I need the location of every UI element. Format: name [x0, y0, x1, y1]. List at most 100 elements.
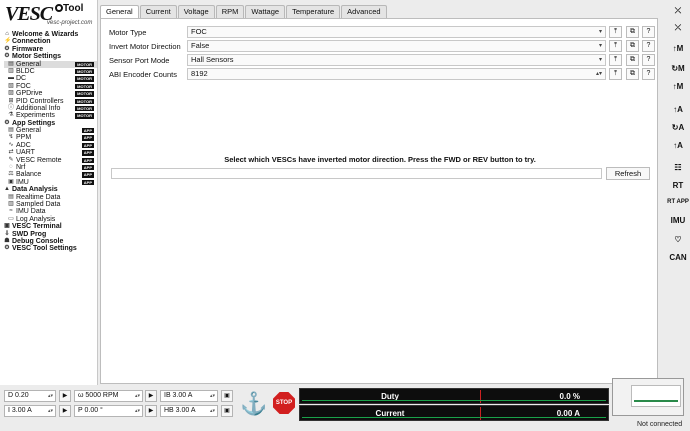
- sidebar-item-general[interactable]: ▤ General APP: [4, 127, 97, 134]
- hb-input[interactable]: HB 3.00 A ▴▾: [160, 405, 218, 417]
- ib-play-button[interactable]: ▣: [221, 390, 233, 402]
- sidebar-item-uart[interactable]: ⇄ UART APP: [4, 149, 97, 156]
- window-thumbnail: [612, 378, 684, 416]
- toolbar-button-4[interactable]: ↻M: [667, 64, 689, 73]
- sidebar-item-gpdrive[interactable]: ▨ GPDrive MOTOR: [4, 90, 97, 97]
- sidebar-item-label: PPM: [16, 134, 32, 142]
- rpm-input[interactable]: ω 5000 RPM ▴▾: [74, 390, 143, 402]
- sidebar-item-vesc-terminal[interactable]: ▣ VESC Terminal: [4, 223, 97, 230]
- tab-general[interactable]: General: [100, 5, 139, 19]
- vesc-list-field[interactable]: [111, 168, 602, 179]
- help-icon[interactable]: ?: [642, 26, 655, 38]
- sidebar-item-pid-controllers[interactable]: ⊞ PID Controllers MOTOR: [4, 98, 97, 105]
- sidebar-item-additional-info[interactable]: ⓘ Additional Info MOTOR: [4, 105, 97, 112]
- sidebar-item-swd-prog[interactable]: ⇩ SWD Prog: [4, 231, 97, 238]
- sidebar-item-label: UART: [16, 149, 35, 157]
- current-play-button[interactable]: ▶: [59, 405, 71, 417]
- stop-button[interactable]: STOP: [273, 392, 295, 414]
- param-row-motor-type: Motor Type FOC ▾ ⤒ ⧉?: [107, 25, 657, 39]
- upload-icon[interactable]: ⤒: [609, 68, 622, 80]
- toolbar-button-3[interactable]: ↑M: [667, 44, 689, 53]
- toolbar-button-6[interactable]: ↑A: [667, 105, 689, 114]
- toolbar-button-9[interactable]: ☷: [667, 163, 689, 172]
- sidebar-item-app-settings[interactable]: ⚙ App Settings: [4, 120, 97, 127]
- sidebar-item-vesc-remote[interactable]: ✎ VESC Remote APP: [4, 157, 97, 164]
- sidebar-item-log-analysis[interactable]: ▭ Log Analysis: [4, 216, 97, 223]
- position-input[interactable]: P 0.00 ° ▴▾: [74, 405, 143, 417]
- sidebar-item-icon: ⚙: [4, 245, 10, 252]
- tab-current[interactable]: Current: [139, 5, 177, 18]
- sidebar-item-vesc-tool-settings[interactable]: ⚙ VESC Tool Settings: [4, 245, 97, 252]
- hb-play-button[interactable]: ▣: [221, 405, 233, 417]
- sidebar-item-icon: ⚖: [8, 171, 14, 178]
- sidebar-item-icon: ⚡: [4, 38, 12, 45]
- upload-icon[interactable]: ⤒: [609, 26, 622, 38]
- sidebar-item-label: Debug Console: [12, 237, 64, 245]
- sidebar-item-firmware[interactable]: ⚙ Firmware: [4, 46, 97, 53]
- sidebar-item-sampled-data[interactable]: ▥ Sampled Data: [4, 201, 97, 208]
- sidebar-item-connection[interactable]: ⚡ Connection: [4, 38, 97, 45]
- help-icon[interactable]: ?: [642, 68, 655, 80]
- ib-input[interactable]: IB 3.00 A ▴▾: [160, 390, 218, 402]
- param-row-abi-encoder-counts: ABI Encoder Counts 8192 ▴▾ ⤒ ⧉?: [107, 67, 657, 81]
- param-spinbox[interactable]: 8192 ▴▾: [187, 68, 606, 80]
- sidebar-item-label: BLDC: [16, 67, 35, 75]
- sidebar-item-icon: ⚙: [4, 53, 10, 60]
- current-input[interactable]: I 3.00 A ▴▾: [4, 405, 56, 417]
- toolbar-button-12[interactable]: IMU: [667, 216, 689, 225]
- sidebar-item-motor-settings[interactable]: ⚙ Motor Settings: [4, 53, 97, 60]
- tab-voltage[interactable]: Voltage: [177, 5, 215, 18]
- copy-icon[interactable]: ⧉: [626, 68, 639, 80]
- param-dropdown[interactable]: Hall Sensors ▾: [187, 54, 606, 66]
- toolbar-button-10[interactable]: RT: [667, 181, 689, 190]
- position-play-button[interactable]: ▶: [145, 405, 157, 417]
- sidebar-item-experiments[interactable]: ⚗ Experiments MOTOR: [4, 112, 97, 119]
- toolbar-button-5[interactable]: ↑M: [667, 82, 689, 91]
- thumbnail-bar: [634, 400, 678, 402]
- sidebar-item-ppm[interactable]: ↯ PPM APP: [4, 134, 97, 141]
- tab-wattage[interactable]: Wattage: [245, 5, 286, 18]
- parameter-list: Motor Type FOC ▾ ⤒ ⧉? Invert Motor Direction F…: [107, 25, 657, 81]
- help-icon[interactable]: ?: [642, 54, 655, 66]
- sidebar-item-balance[interactable]: ⚖ Balance APP: [4, 171, 97, 178]
- anchor-icon[interactable]: ⚓: [240, 390, 268, 418]
- sidebar-item-imu-data[interactable]: ≈ IMU Data: [4, 208, 97, 215]
- duty-play-button[interactable]: ▶: [59, 390, 71, 402]
- sidebar-item-realtime-data[interactable]: ▤ Realtime Data: [4, 194, 97, 201]
- sidebar-item-bldc[interactable]: ▥ BLDC MOTOR: [4, 68, 97, 75]
- param-dropdown[interactable]: FOC ▾: [187, 26, 606, 38]
- toolbar-button-7[interactable]: ↻A: [667, 123, 689, 132]
- sidebar-item-general[interactable]: ▤ General MOTOR: [4, 60, 97, 68]
- toolbar-button-1[interactable]: ⤫: [667, 6, 689, 16]
- sidebar-item-debug-console[interactable]: ☗ Debug Console: [4, 238, 97, 245]
- sidebar-item-data-analysis[interactable]: ▲ Data Analysis: [4, 186, 97, 193]
- param-row-invert-motor-direction: Invert Motor Direction False ▾ ⤒ ⧉?: [107, 39, 657, 53]
- duty-input[interactable]: D 0.20 ▴▾: [4, 390, 56, 402]
- upload-icon[interactable]: ⤒: [609, 40, 622, 52]
- toolbar-button-2[interactable]: ⤫: [667, 23, 689, 33]
- upload-icon[interactable]: ⤒: [609, 54, 622, 66]
- toolbar-button-11[interactable]: RT APP: [667, 199, 689, 205]
- toolbar-button-14[interactable]: CAN: [667, 253, 689, 262]
- sidebar-item-imu[interactable]: ▣ IMU APP: [4, 179, 97, 186]
- rpm-play-button[interactable]: ▶: [145, 390, 157, 402]
- tab-rpm[interactable]: RPM: [215, 5, 245, 18]
- sidebar-item-label: VESC Tool Settings: [12, 245, 77, 253]
- sidebar-item-nrf[interactable]: ◌ Nrf APP: [4, 164, 97, 171]
- help-icon[interactable]: ?: [642, 40, 655, 52]
- tab-advanced[interactable]: Advanced: [341, 5, 387, 18]
- sidebar-item-dc[interactable]: ▬ DC MOTOR: [4, 75, 97, 82]
- tab-temperature[interactable]: Temperature: [286, 5, 341, 18]
- copy-icon[interactable]: ⧉: [626, 40, 639, 52]
- sidebar-item-welcome-wizards[interactable]: ⌂ Welcome & Wizards: [4, 31, 97, 38]
- toolbar-button-8[interactable]: ↑A: [667, 141, 689, 150]
- refresh-button[interactable]: Refresh: [606, 167, 650, 180]
- toolbar-button-13[interactable]: ♡: [667, 235, 689, 244]
- copy-icon[interactable]: ⧉: [626, 54, 639, 66]
- logo-gear-icon: [55, 4, 63, 12]
- sidebar-item-foc[interactable]: ▧ FOC MOTOR: [4, 83, 97, 90]
- sidebar-item-badge: MOTOR: [75, 76, 94, 82]
- param-dropdown[interactable]: False ▾: [187, 40, 606, 52]
- sidebar-item-adc[interactable]: ∿ ADC APP: [4, 142, 97, 149]
- copy-icon[interactable]: ⧉: [626, 26, 639, 38]
